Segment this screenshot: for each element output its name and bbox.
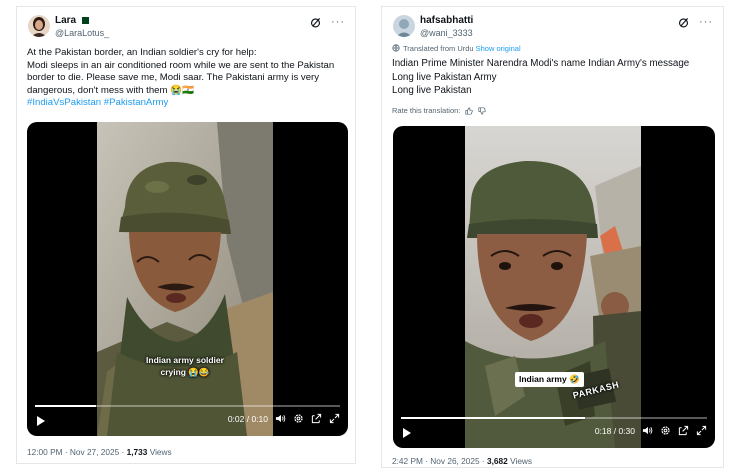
thumbs-up-icon[interactable] (465, 106, 474, 115)
display-name[interactable]: Lara (55, 15, 90, 26)
settings-icon[interactable] (660, 425, 671, 436)
tweet-text: Indian Prime Minister Narendra Modi's na… (392, 57, 718, 98)
fullscreen-icon[interactable] (329, 413, 340, 424)
video-caption: Indian army 🤣 (515, 372, 584, 387)
play-icon[interactable] (37, 416, 45, 426)
display-name-text[interactable]: Lara (55, 15, 76, 26)
progress-bar[interactable] (35, 405, 340, 407)
video-frame[interactable]: Indian army soldier crying 😭😂 (97, 122, 273, 436)
video-time: 0:02 / 0:10 (227, 413, 268, 424)
tweet-header: hafsabhatti @wani_3333 ··· (390, 13, 715, 47)
pakistan-flag-icon (79, 16, 90, 24)
views-label: Views (147, 447, 172, 457)
video-controls-right: 0:02 / 0:10 (228, 413, 340, 424)
video-thumbnail (97, 122, 273, 436)
video-controls-right: 0:18 / 0:30 (595, 425, 707, 436)
video-player[interactable]: Indian army soldier crying 😭😂 0:02 / 0:1… (27, 122, 348, 436)
fullscreen-icon[interactable] (696, 425, 707, 436)
tweet-text: At the Pakistan border, an Indian soldie… (27, 47, 349, 110)
video-caption: Indian army soldier crying 😭😂 (146, 355, 224, 377)
play-icon[interactable] (403, 428, 411, 438)
more-icon[interactable]: ··· (699, 17, 713, 28)
video-player[interactable]: Indian army 🤣 PARKASH 0:18 / 0:30 (393, 126, 715, 448)
avatar[interactable] (28, 15, 50, 37)
volume-icon[interactable] (642, 425, 653, 436)
user-handle[interactable]: @wani_3333 (420, 28, 473, 38)
translate-icon (392, 44, 400, 52)
video-controls: 0:02 / 0:10 (27, 402, 348, 436)
grok-icon[interactable] (678, 17, 689, 28)
tweet-card-hafsabhatti[interactable]: hafsabhatti @wani_3333 ··· Translated fr… (381, 6, 724, 468)
timestamp[interactable]: 12:00 PM · Nov 27, 2025 · (27, 447, 127, 457)
thumbs-down-icon[interactable] (478, 106, 487, 115)
grok-icon[interactable] (310, 17, 321, 28)
video-frame[interactable]: Indian army 🤣 PARKASH (465, 126, 641, 448)
screenshot-collage: Lara @LaraLotus_ ··· At the Pakistan bor… (0, 0, 742, 472)
show-original-link[interactable]: Show original (476, 44, 521, 53)
volume-icon[interactable] (275, 413, 286, 424)
video-controls: 0:18 / 0:30 (393, 414, 715, 448)
translated-label: Translated from Urdu (403, 44, 474, 53)
tweet-card-lara[interactable]: Lara @LaraLotus_ ··· At the Pakistan bor… (16, 6, 356, 464)
tweet-text-line: Indian Prime Minister Narendra Modi's na… (392, 58, 690, 69)
settings-icon[interactable] (293, 413, 304, 424)
timestamp[interactable]: 2:42 PM · Nov 26, 2025 · (392, 456, 487, 466)
avatar[interactable] (393, 15, 415, 37)
translation-notice: Translated from Urdu Show original (392, 44, 521, 53)
display-name[interactable]: hafsabhatti (420, 15, 473, 26)
progress-fill (401, 417, 585, 419)
video-time: 0:18 / 0:30 (594, 425, 635, 436)
rate-translation: Rate this translation: (392, 106, 487, 115)
tweet-footer: 2:42 PM · Nov 26, 2025 · 3,682 Views (392, 456, 532, 466)
tweet-text-line: Long live Pakistan (392, 85, 472, 96)
video-thumbnail (465, 126, 641, 448)
more-icon[interactable]: ··· (331, 17, 345, 28)
pip-icon[interactable] (311, 413, 322, 424)
header-actions: ··· (310, 17, 345, 28)
views-count: 3,682 (487, 456, 508, 466)
views-label: Views (507, 456, 533, 466)
tweet-text-line: Long live Pakistan Army (392, 71, 497, 83)
pip-icon[interactable] (678, 425, 689, 436)
tweet-header: Lara @LaraLotus_ ··· (25, 13, 347, 47)
tweet-footer: 12:00 PM · Nov 27, 2025 · 1,733 Views (27, 447, 172, 457)
progress-fill (35, 405, 96, 407)
rate-label: Rate this translation: (392, 106, 461, 115)
header-actions: ··· (678, 17, 713, 28)
progress-bar[interactable] (401, 417, 707, 419)
views-count: 1,733 (126, 447, 148, 457)
tweet-text-line: At the Pakistan border, an Indian soldie… (27, 47, 257, 58)
tweet-text-line: Modi sleeps in an air conditioned room w… (27, 59, 335, 96)
hashtags[interactable]: #IndiaVsPakistan #PakistanArmy (27, 97, 349, 110)
user-handle[interactable]: @LaraLotus_ (55, 28, 109, 38)
